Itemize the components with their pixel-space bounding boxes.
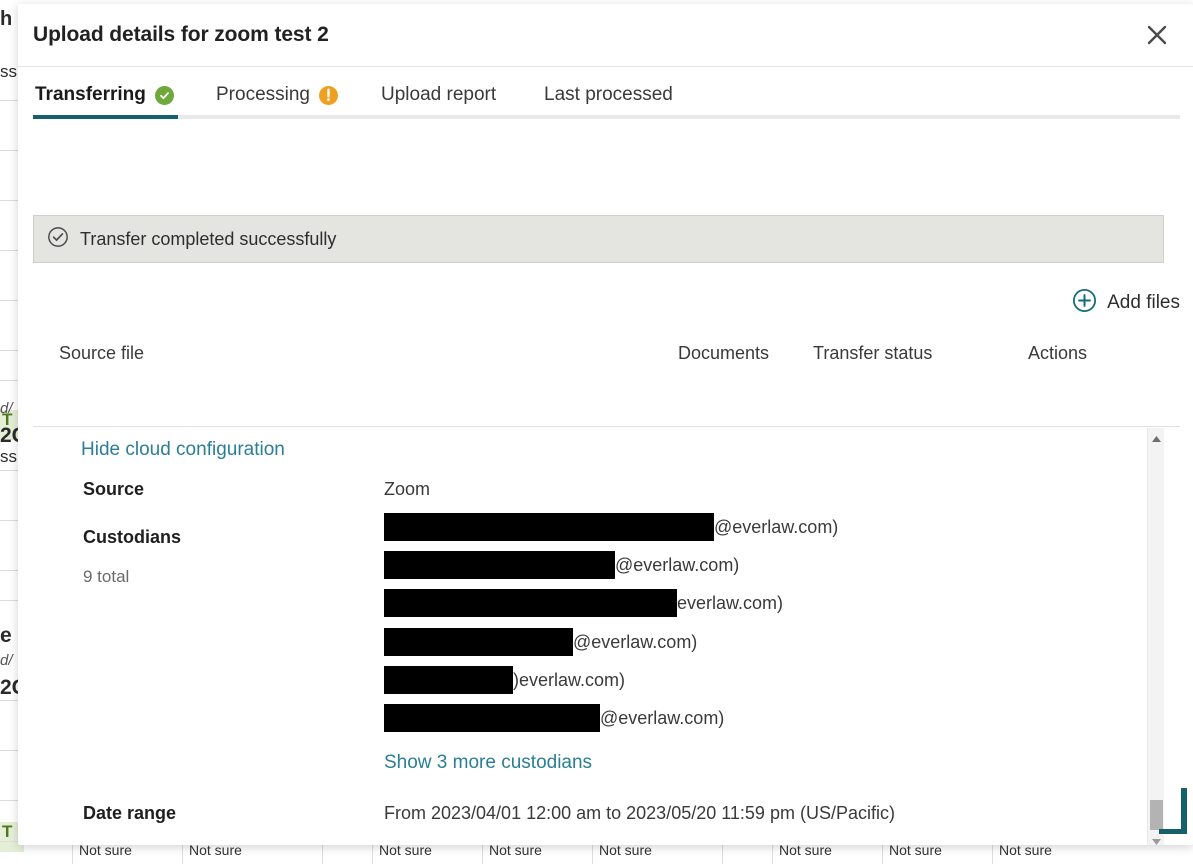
redaction-bar xyxy=(384,589,677,617)
background-table-cell: Not sure xyxy=(482,842,587,864)
tab-active-underline xyxy=(33,115,178,119)
upload-details-modal: Upload details for zoom test 2 Transferr… xyxy=(18,4,1193,845)
column-header-source-file[interactable]: Source file xyxy=(59,343,144,364)
tab-label: Transferring xyxy=(35,84,146,105)
vertical-scrollbar[interactable] xyxy=(1147,428,1164,845)
custodian-row: @everlaw.com) xyxy=(384,704,724,732)
tab-transferring[interactable]: Transferring xyxy=(35,79,174,111)
table-header-divider xyxy=(33,426,1180,427)
warning-circle-icon xyxy=(319,85,338,105)
tab-processing[interactable]: Processing xyxy=(216,79,338,111)
status-banner-text: Transfer completed successfully xyxy=(80,228,337,249)
plus-circle-icon xyxy=(1072,288,1097,318)
redaction-bar xyxy=(384,666,513,694)
column-header-documents[interactable]: Documents xyxy=(678,343,769,364)
caret-down-icon[interactable] xyxy=(1148,833,1164,845)
page-title: Upload details for zoom test 2 xyxy=(33,23,329,46)
source-label: Source xyxy=(83,479,145,499)
background-table-cell: Not sure xyxy=(882,842,987,864)
column-header-transfer-status[interactable]: Transfer status xyxy=(813,343,932,364)
background-table-cell: Not sure xyxy=(772,842,877,864)
modal-header: Upload details for zoom test 2 xyxy=(18,4,1193,67)
redaction-bar xyxy=(384,704,600,732)
tab-label: Processing xyxy=(216,84,310,105)
table-header-row: Source file Documents Transfer status Actio… xyxy=(33,343,1180,379)
custodian-row: everlaw.com) xyxy=(384,589,783,617)
redaction-bar xyxy=(384,551,615,579)
tab-bar: Transferring Processing Upload report Last … xyxy=(18,67,1193,123)
custodian-email-domain: )everlaw.com) xyxy=(513,669,626,690)
custodian-email-domain: @everlaw.com) xyxy=(615,554,740,575)
custodian-email-domain: @everlaw.com) xyxy=(573,631,698,652)
tab-underline-track xyxy=(33,115,1180,119)
redaction-bar xyxy=(384,513,714,541)
background-highlight-text: T xyxy=(2,822,13,841)
hide-cloud-configuration-link[interactable]: Hide cloud configuration xyxy=(81,439,285,461)
source-file-detail-scroll-region: Hide cloud configuration Source Zoom Cus… xyxy=(33,428,1164,845)
check-circle-outline-icon xyxy=(47,226,69,253)
custodians-count: 9 total xyxy=(83,567,130,586)
tab-upload-report[interactable]: Upload report xyxy=(381,79,496,111)
close-icon[interactable] xyxy=(1140,18,1174,52)
scroll-thumb[interactable] xyxy=(1150,800,1163,830)
background-table-cell: Not sure xyxy=(992,842,1097,864)
status-banner: Transfer completed successfully xyxy=(33,215,1164,263)
add-files-button[interactable]: Add files xyxy=(1072,288,1180,318)
source-value: Zoom xyxy=(384,479,431,499)
corner-accent-vertical xyxy=(1181,788,1187,834)
background-table-cell: Not sure xyxy=(372,842,477,864)
date-range-label: Date range xyxy=(83,803,177,823)
custodians-label: Custodians xyxy=(83,527,182,547)
custodian-email-domain: @everlaw.com) xyxy=(714,516,839,537)
cloud-configuration-panel: Hide cloud configuration Source Zoom Cus… xyxy=(33,428,1164,845)
date-range-value: From 2023/04/01 12:00 am to 2023/05/20 1… xyxy=(384,803,895,823)
custodian-row: )everlaw.com) xyxy=(384,666,625,694)
tab-label: Upload report xyxy=(381,84,497,105)
tab-last-processed[interactable]: Last processed xyxy=(544,79,673,111)
corner-accent-horizontal xyxy=(1159,829,1187,834)
caret-up-icon[interactable] xyxy=(1148,430,1164,447)
show-more-custodians-link[interactable]: Show 3 more custodians xyxy=(384,752,592,774)
custodian-row: @everlaw.com) xyxy=(384,551,739,579)
check-circle-icon xyxy=(154,85,174,105)
background-table-cell: Not sure xyxy=(592,842,697,864)
custodian-email-domain: everlaw.com) xyxy=(677,592,784,613)
column-header-actions[interactable]: Actions xyxy=(1028,343,1087,364)
add-files-label: Add files xyxy=(1107,292,1180,313)
tab-label: Last processed xyxy=(544,84,673,105)
custodian-row: @everlaw.com) xyxy=(384,513,838,541)
custodian-row: @everlaw.com) xyxy=(384,628,697,656)
custodian-email-domain: @everlaw.com) xyxy=(600,707,725,728)
background-table-cell: Not sure xyxy=(72,842,177,864)
background-table-cell: Not sure xyxy=(182,842,287,864)
redaction-bar xyxy=(384,628,573,656)
